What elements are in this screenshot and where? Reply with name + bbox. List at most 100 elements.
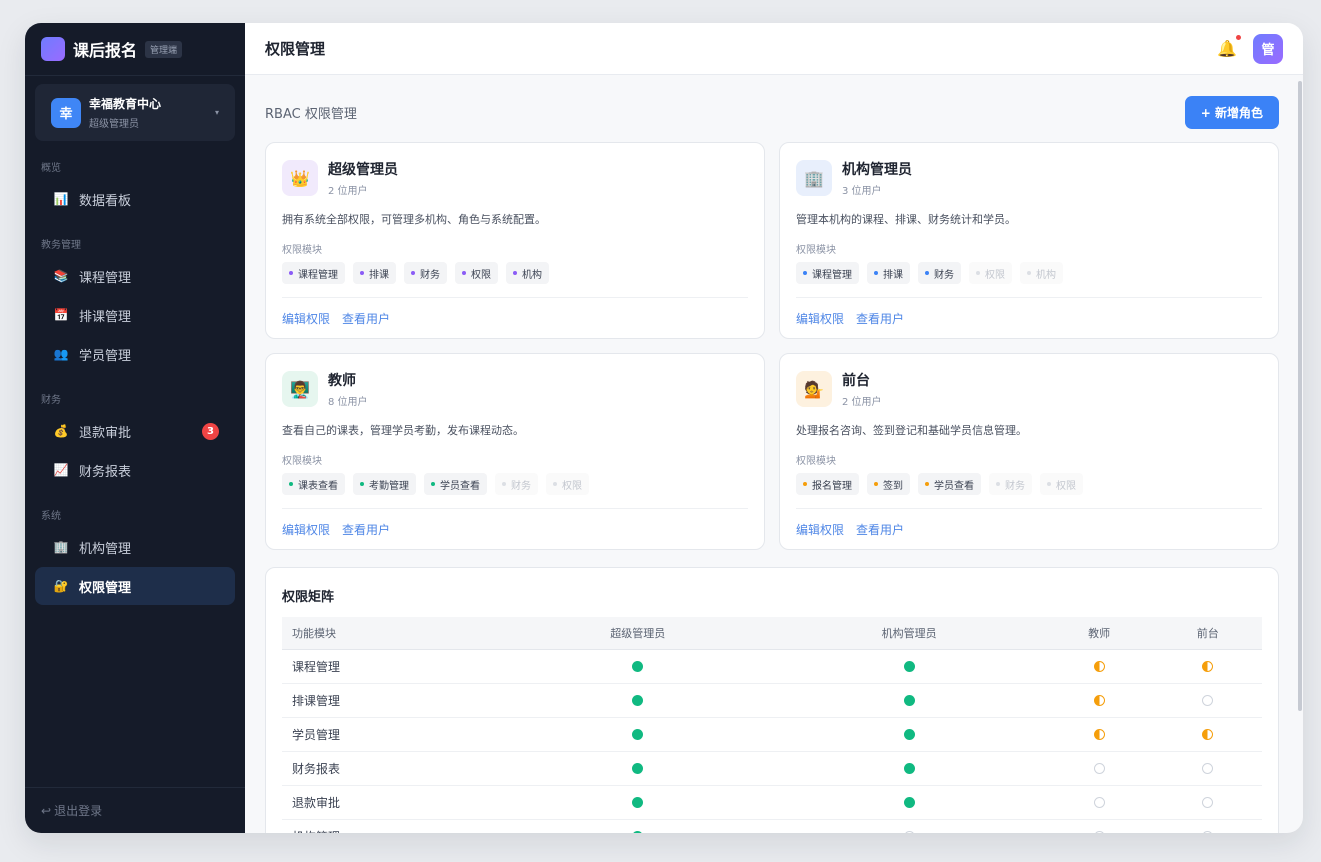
notification-bell-icon[interactable]: 🔔 xyxy=(1217,35,1241,58)
permission-full-icon xyxy=(903,797,915,808)
permission-none-icon xyxy=(903,831,915,833)
sidebar-item-label: 数据看板 xyxy=(79,193,132,209)
matrix-row: 退款审批 xyxy=(282,785,1262,820)
module-chip: 报名管理 xyxy=(796,473,859,495)
permission-half-icon xyxy=(1202,661,1214,672)
matrix-column-header: 超级管理员 xyxy=(502,617,774,650)
module-dot xyxy=(431,482,435,486)
module-chip: 财务 xyxy=(918,262,961,284)
modules-label: 权限模块 xyxy=(282,245,322,256)
module-dot xyxy=(360,482,364,486)
sidebar-item-icon: 👥 xyxy=(53,347,69,361)
module-chip-label: 课程管理 xyxy=(298,269,338,281)
module-chip: 课程管理 xyxy=(282,262,345,284)
module-chip: 财务 xyxy=(404,262,447,284)
sidebar-item[interactable]: 🏢 机构管理 xyxy=(35,528,235,566)
matrix-module-name: 学员管理 xyxy=(282,717,502,752)
module-chips: 课表查看 考勤管理 学员查看 财务 权限 xyxy=(282,473,748,495)
matrix-cell xyxy=(1153,785,1262,820)
role-icon: 👑 xyxy=(282,160,318,196)
sidebar-item[interactable]: 👥 学员管理 xyxy=(35,335,235,373)
edit-permissions-link[interactable]: 编辑权限 xyxy=(796,310,844,327)
logout-button[interactable]: ↩ 退出登录 xyxy=(25,787,245,833)
view-users-link[interactable]: 查看用户 xyxy=(342,310,390,327)
modules-label: 权限模块 xyxy=(282,456,322,467)
sidebar-item-icon: 💰 xyxy=(53,424,69,438)
matrix-column-header: 功能模块 xyxy=(282,617,502,650)
matrix-column-header: 前台 xyxy=(1153,617,1262,650)
permission-full-icon xyxy=(632,763,644,774)
module-chip: 学员查看 xyxy=(424,473,487,495)
edit-permissions-link[interactable]: 编辑权限 xyxy=(282,521,330,538)
matrix-cell xyxy=(502,683,774,718)
permission-none-icon xyxy=(1093,763,1105,774)
brand-tag: 管理端 xyxy=(145,40,183,58)
role-title-group: 超级管理员 2 位用户 xyxy=(328,159,398,197)
module-chip: 财务 xyxy=(495,473,538,495)
view-users-link[interactable]: 查看用户 xyxy=(342,521,390,538)
module-dot xyxy=(996,482,1000,486)
view-users-link[interactable]: 查看用户 xyxy=(856,310,904,327)
sidebar-item[interactable]: 💰 退款审批 3 xyxy=(35,412,235,450)
module-chip: 排课 xyxy=(353,262,396,284)
modules-label: 权限模块 xyxy=(796,456,836,467)
role-icon: 🏢 xyxy=(796,160,832,196)
sidebar-item[interactable]: 📚 课程管理 xyxy=(35,257,235,295)
role-name: 前台 xyxy=(842,373,870,389)
module-dot xyxy=(360,271,364,275)
module-dot xyxy=(1027,271,1031,275)
role-user-count: 2 位用户 xyxy=(842,397,882,408)
role-card-header: 👑 超级管理员 2 位用户 xyxy=(282,159,748,197)
module-dot xyxy=(289,271,293,275)
role-title-group: 前台 2 位用户 xyxy=(842,370,882,408)
card-divider xyxy=(282,508,748,509)
user-avatar[interactable]: 管 xyxy=(1253,33,1283,64)
add-role-button[interactable]: + 新增角色 xyxy=(1184,95,1279,129)
matrix-cell xyxy=(502,649,774,684)
permission-half-icon xyxy=(1093,695,1105,706)
sidebar-item-icon: 🔐 xyxy=(53,579,69,593)
sidebar-item-label: 机构管理 xyxy=(79,541,132,557)
role-card: 🏢 机构管理员 3 位用户 管理本机构的课程、排课、财务统计和学员。 权限模块 课程管理 排… xyxy=(779,142,1279,339)
content-header: RBAC 权限管理 + 新增角色 xyxy=(265,95,1279,129)
permission-full-icon xyxy=(903,661,915,672)
logout-icon: ↩ xyxy=(41,803,52,818)
role-name: 机构管理员 xyxy=(842,162,912,178)
module-chip-label: 课表查看 xyxy=(298,480,338,492)
permission-half-icon xyxy=(1093,661,1105,672)
module-chip-label: 签到 xyxy=(883,480,903,492)
edit-permissions-link[interactable]: 编辑权限 xyxy=(282,310,330,327)
permission-full-icon xyxy=(632,729,644,740)
module-dot xyxy=(925,271,929,275)
view-users-link[interactable]: 查看用户 xyxy=(856,521,904,538)
module-dot xyxy=(976,271,980,275)
role-description: 管理本机构的课程、排课、财务统计和学员。 xyxy=(796,213,1016,226)
sidebar-item-icon: 📅 xyxy=(53,308,69,322)
content-scrollbar[interactable] xyxy=(1298,81,1302,711)
sidebar-item[interactable]: 📅 排课管理 xyxy=(35,296,235,334)
role-title-group: 教师 8 位用户 xyxy=(328,370,368,408)
module-dot xyxy=(874,482,878,486)
edit-permissions-link[interactable]: 编辑权限 xyxy=(796,521,844,538)
module-chip: 权限 xyxy=(1040,473,1083,495)
org-switcher[interactable]: 幸 幸福教育中心 超级管理员 ▾ xyxy=(35,84,235,141)
org-name: 幸福教育中心 xyxy=(89,97,162,111)
role-icon: 👨‍🏫 xyxy=(282,371,318,407)
role-user-count: 8 位用户 xyxy=(328,397,368,408)
sidebar-item[interactable]: 📊 数据看板 xyxy=(35,180,235,218)
module-chip-label: 排课 xyxy=(883,269,903,281)
sidebar-item[interactable]: 📈 财务报表 xyxy=(35,451,235,489)
module-chip-label: 机构 xyxy=(1036,269,1056,281)
permission-full-icon xyxy=(632,831,644,833)
sidebar-item-label: 课程管理 xyxy=(79,270,132,286)
matrix-cell xyxy=(1044,751,1154,786)
matrix-module-name: 课程管理 xyxy=(282,649,502,684)
sidebar-item[interactable]: 🔐 权限管理 xyxy=(35,567,235,605)
module-chip-label: 财务 xyxy=(420,269,440,281)
matrix-cell xyxy=(773,785,1045,820)
module-chip: 机构 xyxy=(506,262,549,284)
card-divider xyxy=(796,508,1262,509)
module-chips: 课程管理 排课 财务 权限 机构 xyxy=(282,262,748,284)
sidebar-item-label: 财务报表 xyxy=(79,464,132,480)
matrix-module-name: 财务报表 xyxy=(282,751,502,786)
